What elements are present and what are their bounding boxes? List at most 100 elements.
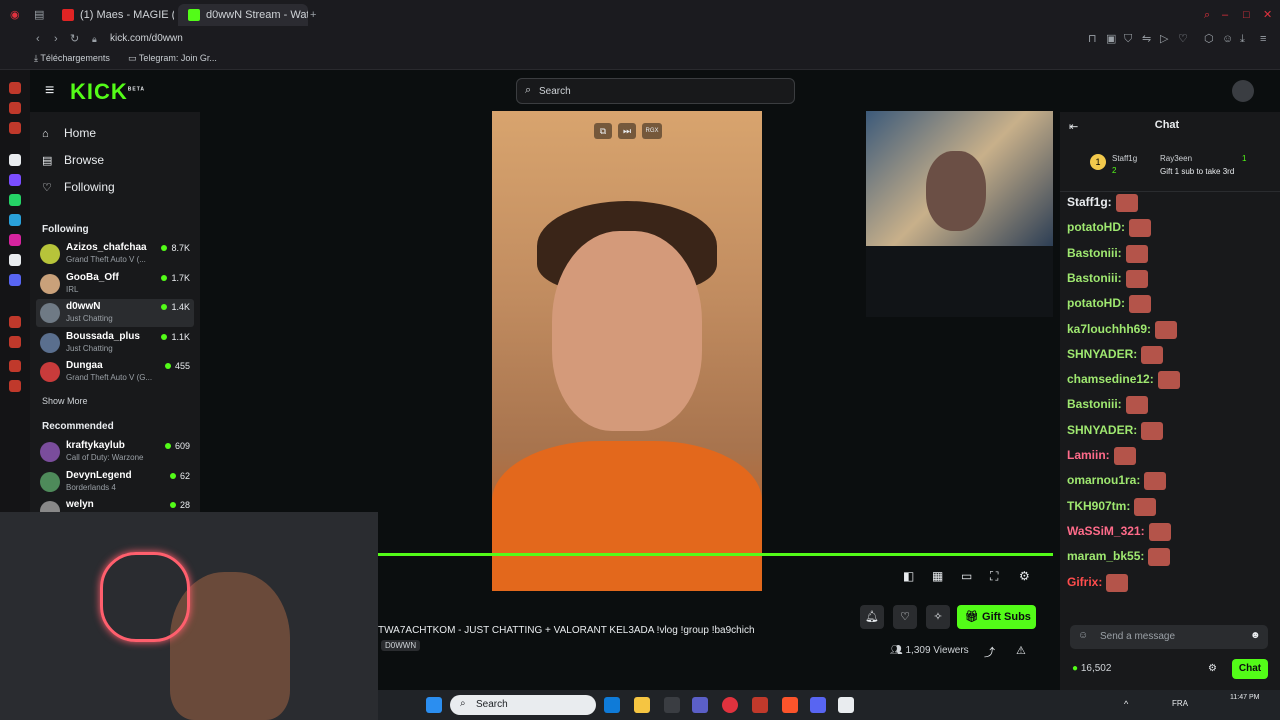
extensions-icon[interactable]: ⬡	[1204, 32, 1214, 46]
chat-username[interactable]: TKH907tm:	[1067, 499, 1130, 513]
copy-icon[interactable]: ⧉	[594, 123, 612, 139]
sidebar-app-icon[interactable]	[9, 316, 21, 328]
bookmark-telegram[interactable]: ▭ Telegram: Join Gr...	[128, 53, 217, 64]
tray-chevron-icon[interactable]: ^	[1124, 699, 1128, 709]
discord-icon[interactable]	[810, 697, 826, 713]
brave-icon[interactable]	[782, 697, 798, 713]
sidebar-app-icon[interactable]	[9, 122, 21, 134]
chat-message[interactable]: potatoHD:	[1067, 219, 1151, 238]
edge-icon[interactable]	[604, 697, 620, 713]
chat-username[interactable]: SHNYADER:	[1067, 423, 1137, 437]
chat-username[interactable]: potatoHD:	[1067, 296, 1125, 310]
sidebar-channel-item[interactable]: Azizos_chafchaa Grand Theft Auto V (... 8.…	[36, 240, 194, 268]
translate-icon[interactable]: ⇋	[1142, 32, 1151, 46]
whatsapp-icon[interactable]	[9, 194, 21, 206]
settings-icon[interactable]: ⚙	[1019, 569, 1030, 583]
stream-video[interactable]: ⧉ ⏭ RGX	[492, 111, 762, 591]
reload-icon[interactable]: ↻	[70, 32, 79, 46]
chat-message[interactable]: omarnou1ra:	[1067, 472, 1167, 491]
send-chat-button[interactable]: Chat	[1232, 659, 1268, 679]
pip-icon[interactable]: ◧	[903, 569, 914, 583]
snapshot-icon[interactable]: ▣	[1106, 32, 1116, 46]
opera-icon[interactable]	[722, 697, 738, 713]
user-avatar[interactable]	[1232, 80, 1254, 102]
chat-message[interactable]: ka7louchhh69:	[1067, 320, 1178, 339]
theater-mode-icon[interactable]: ▭	[961, 569, 972, 583]
maximize-icon[interactable]: □	[1243, 8, 1250, 22]
report-icon[interactable]: ⚠	[1016, 644, 1026, 657]
sidebar-app-icon[interactable]	[9, 154, 21, 166]
clock[interactable]: 11:47 PM	[1230, 694, 1259, 701]
chat-settings-icon[interactable]: ⚙	[1208, 663, 1217, 674]
chat-username[interactable]: Staff1g:	[1067, 195, 1112, 209]
chat-username[interactable]: chamsedine12:	[1067, 372, 1154, 386]
chat-username[interactable]: Bastoniii:	[1067, 398, 1122, 412]
chat-message[interactable]: SHNYADER:	[1067, 421, 1164, 440]
new-tab-icon[interactable]: +	[310, 8, 316, 22]
chat-username[interactable]: maram_bk55:	[1067, 549, 1144, 563]
sidebar-app-icon[interactable]	[9, 102, 21, 114]
chat-message[interactable]: Gifrix:	[1067, 573, 1129, 592]
show-more-link[interactable]: Show More	[42, 396, 88, 406]
search-tabs-icon[interactable]: ⌕	[1204, 8, 1210, 22]
forward-icon[interactable]: ›	[54, 32, 58, 46]
minimize-icon[interactable]: –	[1222, 8, 1228, 22]
chat-username[interactable]: Lamiin:	[1067, 448, 1110, 462]
nav-home[interactable]: ⌂ Home	[42, 126, 96, 140]
sidebar-channel-item[interactable]: DevynLegend Borderlands 4 62	[36, 468, 194, 496]
sidebar-app-icon[interactable]	[9, 82, 21, 94]
chat-message[interactable]: Bastoniii:	[1067, 396, 1148, 415]
rgx-button[interactable]: RGX	[642, 123, 662, 139]
skip-icon[interactable]: ⏭	[618, 123, 636, 139]
tab-kick[interactable]: d0wwN Stream - Wat	[178, 4, 308, 26]
app-icon[interactable]	[838, 697, 854, 713]
obs-icon[interactable]	[664, 697, 680, 713]
back-icon[interactable]: ‹	[36, 32, 40, 46]
chat-username[interactable]: Gifrix:	[1067, 575, 1102, 589]
search-input[interactable]: Search	[539, 86, 571, 97]
sparkle-icon[interactable]: ✧	[926, 605, 950, 629]
chat-message[interactable]: TKH907tm:	[1067, 497, 1157, 516]
windows-start-icon[interactable]	[426, 697, 442, 713]
settings-icon[interactable]	[9, 360, 21, 372]
chat-username[interactable]: WaSSiM_321:	[1067, 524, 1145, 538]
shield-icon[interactable]: ⛉	[1124, 32, 1132, 46]
language-indicator[interactable]: FRA	[1172, 699, 1188, 708]
search-bar[interactable]: ⌕ Search	[516, 78, 795, 104]
hamburger-menu-icon[interactable]: ≡	[45, 82, 54, 100]
file-explorer-icon[interactable]	[634, 697, 650, 713]
chat-username[interactable]: Bastoniii:	[1067, 246, 1122, 260]
workspaces-icon[interactable]: ▤	[34, 8, 44, 22]
chat-message[interactable]: Lamiin:	[1067, 447, 1136, 465]
taskbar-search[interactable]: ⌕ Search	[450, 695, 596, 715]
chat-message[interactable]: chamsedine12:	[1067, 371, 1180, 390]
sidebar-channel-item[interactable]: kraftykaylub Call of Duty: Warzone 609	[36, 438, 194, 466]
kick-logo[interactable]: KICKBETA	[70, 79, 145, 105]
chat-input[interactable]: ☺ Send a message ☻	[1070, 625, 1268, 649]
chat-message[interactable]: Staff1g:	[1067, 194, 1138, 212]
sidebar-app-icon[interactable]	[9, 380, 21, 392]
clip-icon[interactable]: ▦	[932, 569, 943, 583]
url-field[interactable]: kick.com/d0wwn	[110, 33, 183, 44]
close-window-icon[interactable]: ✕	[1263, 8, 1272, 22]
gift-subs-button[interactable]: 🎁︎ Gift Subs	[957, 605, 1036, 629]
follow-heart-icon[interactable]: ♡	[893, 605, 917, 629]
tab-youtube[interactable]: (1) Maes - MAGIE (Clip Offi	[52, 4, 174, 26]
channel-tag[interactable]: D0WWN	[381, 640, 421, 651]
chat-username[interactable]: ka7louchhh69:	[1067, 322, 1151, 336]
bell-icon[interactable]: 🔔︎	[860, 605, 884, 629]
chat-message[interactable]: SHNYADER:	[1067, 345, 1164, 364]
sidebar-channel-item[interactable]: Boussada_plus Just Chatting 1.1K	[36, 329, 194, 357]
opera-logo-icon[interactable]: ◉	[10, 8, 20, 22]
chat-message[interactable]: maram_bk55:	[1067, 548, 1171, 567]
account-icon[interactable]: ☺	[1222, 32, 1233, 46]
history-icon[interactable]	[9, 336, 21, 348]
sidebar-channel-item[interactable]: GooBa_Off IRL 1.7K	[36, 270, 194, 298]
chat-username[interactable]: potatoHD:	[1067, 220, 1125, 234]
instagram-icon[interactable]	[9, 234, 21, 246]
chat-message[interactable]: WaSSiM_321:	[1067, 522, 1171, 541]
share-icon[interactable]: ⤴	[984, 644, 995, 660]
channel-points[interactable]: ● 16,502	[1072, 663, 1111, 674]
play-icon[interactable]: ▷	[1160, 32, 1168, 46]
sidebar-channel-item[interactable]: Dungaa Grand Theft Auto V (G... 455	[36, 358, 194, 386]
